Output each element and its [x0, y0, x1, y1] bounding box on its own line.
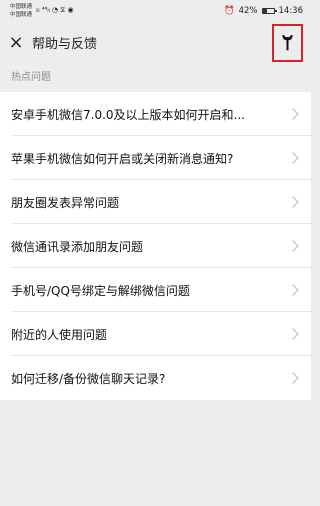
- battery-icon: [261, 7, 277, 14]
- header: × 帮助与反馈: [0, 21, 311, 64]
- faq-list: 安卓手机微信7.0.0及以上版本如何开启和... 苹果手机微信如何开启或关闭新消…: [0, 92, 311, 400]
- faq-item[interactable]: 安卓手机微信7.0.0及以上版本如何开启和...: [0, 92, 311, 136]
- carrier-2: 中国联通: [10, 11, 33, 18]
- faq-item[interactable]: 手机号/QQ号绑定与解绑微信问题: [0, 268, 311, 312]
- status-bar: 中国联通 中国联通 ᵢₗₗ ⁴⁶ₗₗ ◔ ⧖ ◉ ⏰ 42% 14:36: [0, 0, 311, 21]
- faq-item-label: 安卓手机微信7.0.0及以上版本如何开启和...: [11, 107, 245, 122]
- chevron-right-icon: [292, 108, 299, 120]
- carrier-1: 中国联通: [10, 3, 33, 10]
- battery-percent: 42%: [238, 5, 258, 16]
- faq-item-label: 附近的人使用问题: [11, 327, 108, 342]
- close-icon: ×: [8, 31, 24, 53]
- wrench-icon: [282, 35, 293, 51]
- chevron-right-icon: [292, 328, 299, 340]
- status-right: ⏰ 42% 14:36: [224, 6, 303, 16]
- faq-item-label: 手机号/QQ号绑定与解绑微信问题: [11, 283, 190, 298]
- battery-fill: [262, 8, 268, 13]
- faq-item[interactable]: 如何迁移/备份微信聊天记录?: [0, 356, 311, 400]
- faq-item[interactable]: 苹果手机微信如何开启或关闭新消息通知?: [0, 136, 311, 180]
- chevron-right-icon: [292, 240, 299, 252]
- section-label: 热点问题: [11, 72, 51, 83]
- chevron-right-icon: [292, 284, 299, 296]
- alarm-icon: ⏰: [224, 5, 235, 16]
- close-button[interactable]: ×: [7, 31, 25, 53]
- faq-item[interactable]: 微信通讯录添加朋友问题: [0, 224, 311, 268]
- faq-item-label: 微信通讯录添加朋友问题: [11, 239, 144, 254]
- faq-item-label: 朋友圈发表异常问题: [11, 195, 120, 210]
- chevron-right-icon: [292, 196, 299, 208]
- clock: 14:36: [278, 5, 304, 16]
- faq-item[interactable]: 朋友圈发表异常问题: [0, 180, 311, 224]
- network-icons: ᵢₗₗ ⁴⁶ₗₗ ◔ ⧖ ◉: [36, 6, 74, 15]
- faq-item-label: 苹果手机微信如何开启或关闭新消息通知?: [11, 151, 234, 166]
- signal-icon: ᵢₗₗ ⁴⁶ₗₗ ◔ ⧖ ◉: [36, 6, 74, 14]
- page-title: 帮助与反馈: [32, 37, 98, 52]
- wrench-button[interactable]: [272, 24, 303, 62]
- carrier-list: 中国联通 中国联通: [10, 3, 32, 19]
- faq-item-label: 如何迁移/备份微信聊天记录?: [11, 371, 166, 386]
- status-left: 中国联通 中国联通 ᵢₗₗ ⁴⁶ₗₗ ◔ ⧖ ◉: [10, 3, 74, 19]
- faq-item[interactable]: 附近的人使用问题: [0, 312, 311, 356]
- chevron-right-icon: [292, 152, 299, 164]
- chevron-right-icon: [292, 372, 299, 384]
